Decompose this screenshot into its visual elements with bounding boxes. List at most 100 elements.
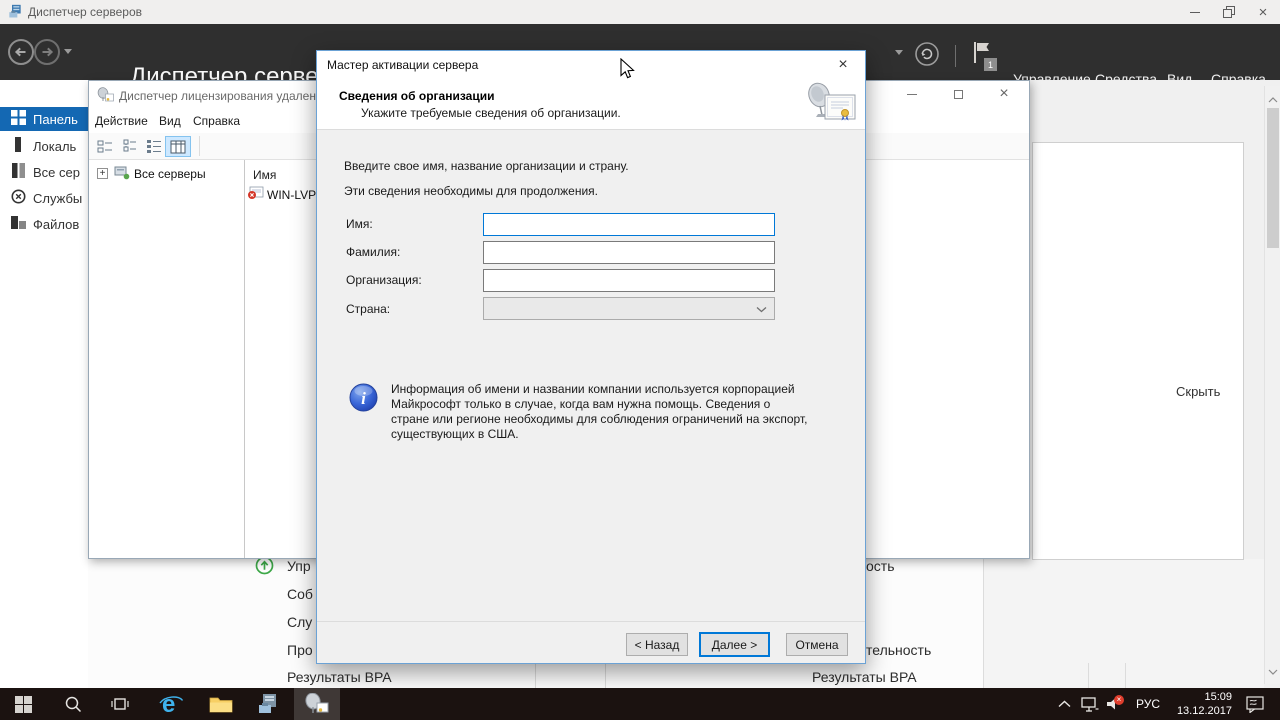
scrollbar-thumb[interactable] [1267,108,1279,248]
first-name-field[interactable] [483,213,775,236]
start-button[interactable] [8,688,38,720]
back-button[interactable] [7,38,35,71]
sidebar-item-file-services[interactable]: Файлов [0,212,88,236]
sidebar-item-label: Локаль [33,139,76,154]
vertical-scrollbar[interactable] [1264,86,1280,684]
dashboard-row-events[interactable]: Соб [287,586,313,602]
toolbar-tree-icon[interactable] [94,136,116,157]
tray-chevron-up-icon[interactable] [1054,688,1074,720]
wizard-license-icon [805,81,857,132]
toolbar-list-icon[interactable] [143,136,165,157]
wizard-close-button[interactable]: × [823,51,863,79]
info-text: Информация об имени и названии компании … [391,382,811,442]
volume-muted-icon[interactable]: × [1102,688,1128,720]
manageability-up-icon [255,556,274,580]
hide-link[interactable]: Скрыть [1176,384,1220,399]
last-name-field[interactable] [483,241,775,264]
notification-badge[interactable]: 1 [984,58,997,71]
tree-expand-icon[interactable]: + [97,168,108,179]
search-icon[interactable] [58,688,88,720]
wizard-intro-line1: Введите свое имя, название организации и… [344,159,629,173]
server-cert-error-icon [247,186,264,205]
chevron-down-icon [756,306,767,313]
licensing-minimize-button[interactable] [892,81,932,107]
svg-text:i: i [361,389,366,408]
restore-button[interactable] [1212,0,1246,24]
dashboard-fragment-bpa[interactable]: Результаты BPA [812,669,917,685]
forward-button[interactable] [33,38,61,71]
language-indicator[interactable]: РУС [1136,697,1160,711]
licensing-manager-taskbar-icon[interactable] [294,688,340,720]
dashboard-strip-right [983,559,1264,688]
taskbar: e × РУС 15:09 13.12.2017 [0,688,1280,720]
wizard-title: Мастер активации сервера [327,58,478,72]
network-icon[interactable] [1078,688,1102,720]
sidebar-item-label: Файлов [33,217,79,232]
clock-date: 13.12.2017 [1162,704,1232,718]
toolbar-details-icon[interactable] [165,136,191,157]
notification-center-icon[interactable] [1240,688,1270,720]
list-column-header[interactable]: Имя [253,168,276,182]
activation-wizard-dialog: Мастер активации сервера × Сведения об о… [316,50,866,664]
menu-help[interactable]: Справка [1211,71,1266,87]
back-button[interactable]: < Назад [626,633,688,656]
licensing-app-icon [97,87,114,108]
tree-root-label[interactable]: Все серверы [134,167,206,181]
sidebar-item-all-servers[interactable]: Все сер [0,160,88,184]
sidebar-item-services[interactable]: Службы [0,186,88,210]
info-icon: i [349,383,378,417]
header-separator [955,45,956,67]
dashboard-cell-divider [605,663,606,688]
last-name-label: Фамилия: [346,245,400,259]
licensing-menu-action[interactable]: Действие [95,114,148,128]
scroll-down-icon[interactable] [1268,662,1278,680]
first-name-label: Имя: [346,217,373,231]
dashboard-fragment-performance[interactable]: тельность [866,642,931,658]
wizard-heading: Сведения об организации [339,89,494,103]
server-list-item[interactable]: WIN-LVP [267,188,316,202]
licensing-menu-view[interactable]: Вид [159,114,181,128]
dashboard-row-services[interactable]: Слу [287,614,312,630]
licensing-close-button[interactable]: × [984,81,1024,107]
header-chevron-down-icon[interactable] [895,50,903,55]
local-server-icon [11,137,26,155]
all-servers-icon [11,163,26,181]
file-explorer-icon[interactable] [204,688,238,720]
internet-explorer-icon[interactable]: e [154,688,188,720]
organization-field[interactable] [483,269,775,292]
wizard-header-divider [317,129,865,130]
window-title: Диспетчер серверов [28,5,142,19]
close-button[interactable]: × [1246,0,1280,24]
licensing-menu-help[interactable]: Справка [193,114,240,128]
next-button[interactable]: Далее > [699,632,770,657]
dashboard-fragment-manageability[interactable]: ость [866,558,895,574]
menu-view[interactable]: Вид [1167,71,1192,87]
sidebar-item-local-server[interactable]: Локаль [0,134,88,158]
toolbar-collapse-icon[interactable] [119,136,141,157]
minimize-button[interactable] [1178,0,1212,24]
refresh-icon[interactable] [914,41,940,72]
nav-chevron-down-icon[interactable] [64,49,72,54]
dashboard-row-manageability[interactable]: Упр [287,558,311,574]
cancel-button[interactable]: Отмена [786,633,848,656]
sidebar-item-dashboard[interactable]: Панель [0,107,88,131]
server-manager-taskbar-icon[interactable] [252,688,286,720]
scroll-up-icon[interactable] [1268,90,1278,108]
clock[interactable]: 15:09 13.12.2017 [1162,690,1232,718]
licensing-tree-panel: + Все серверы [89,160,245,558]
svg-text:e: e [162,691,175,717]
wizard-header: Сведения об организации Укажите требуемы… [317,79,865,129]
server-manager-titlebar: Диспетчер серверов × [0,0,1280,24]
clock-time: 15:09 [1162,690,1232,704]
sidebar-item-label: Службы [33,191,82,206]
dashboard-row-performance[interactable]: Про [287,642,313,658]
country-label: Страна: [346,302,390,316]
country-dropdown[interactable] [483,297,775,320]
menu-tools[interactable]: Средства [1095,71,1157,87]
file-services-icon [11,215,26,233]
dashboard-divider [983,559,984,688]
task-view-icon[interactable] [104,688,136,720]
dashboard-row-bpa[interactable]: Результаты BPA [287,669,392,685]
licensing-maximize-button[interactable] [938,81,978,107]
sidebar-item-label: Все сер [33,165,80,180]
